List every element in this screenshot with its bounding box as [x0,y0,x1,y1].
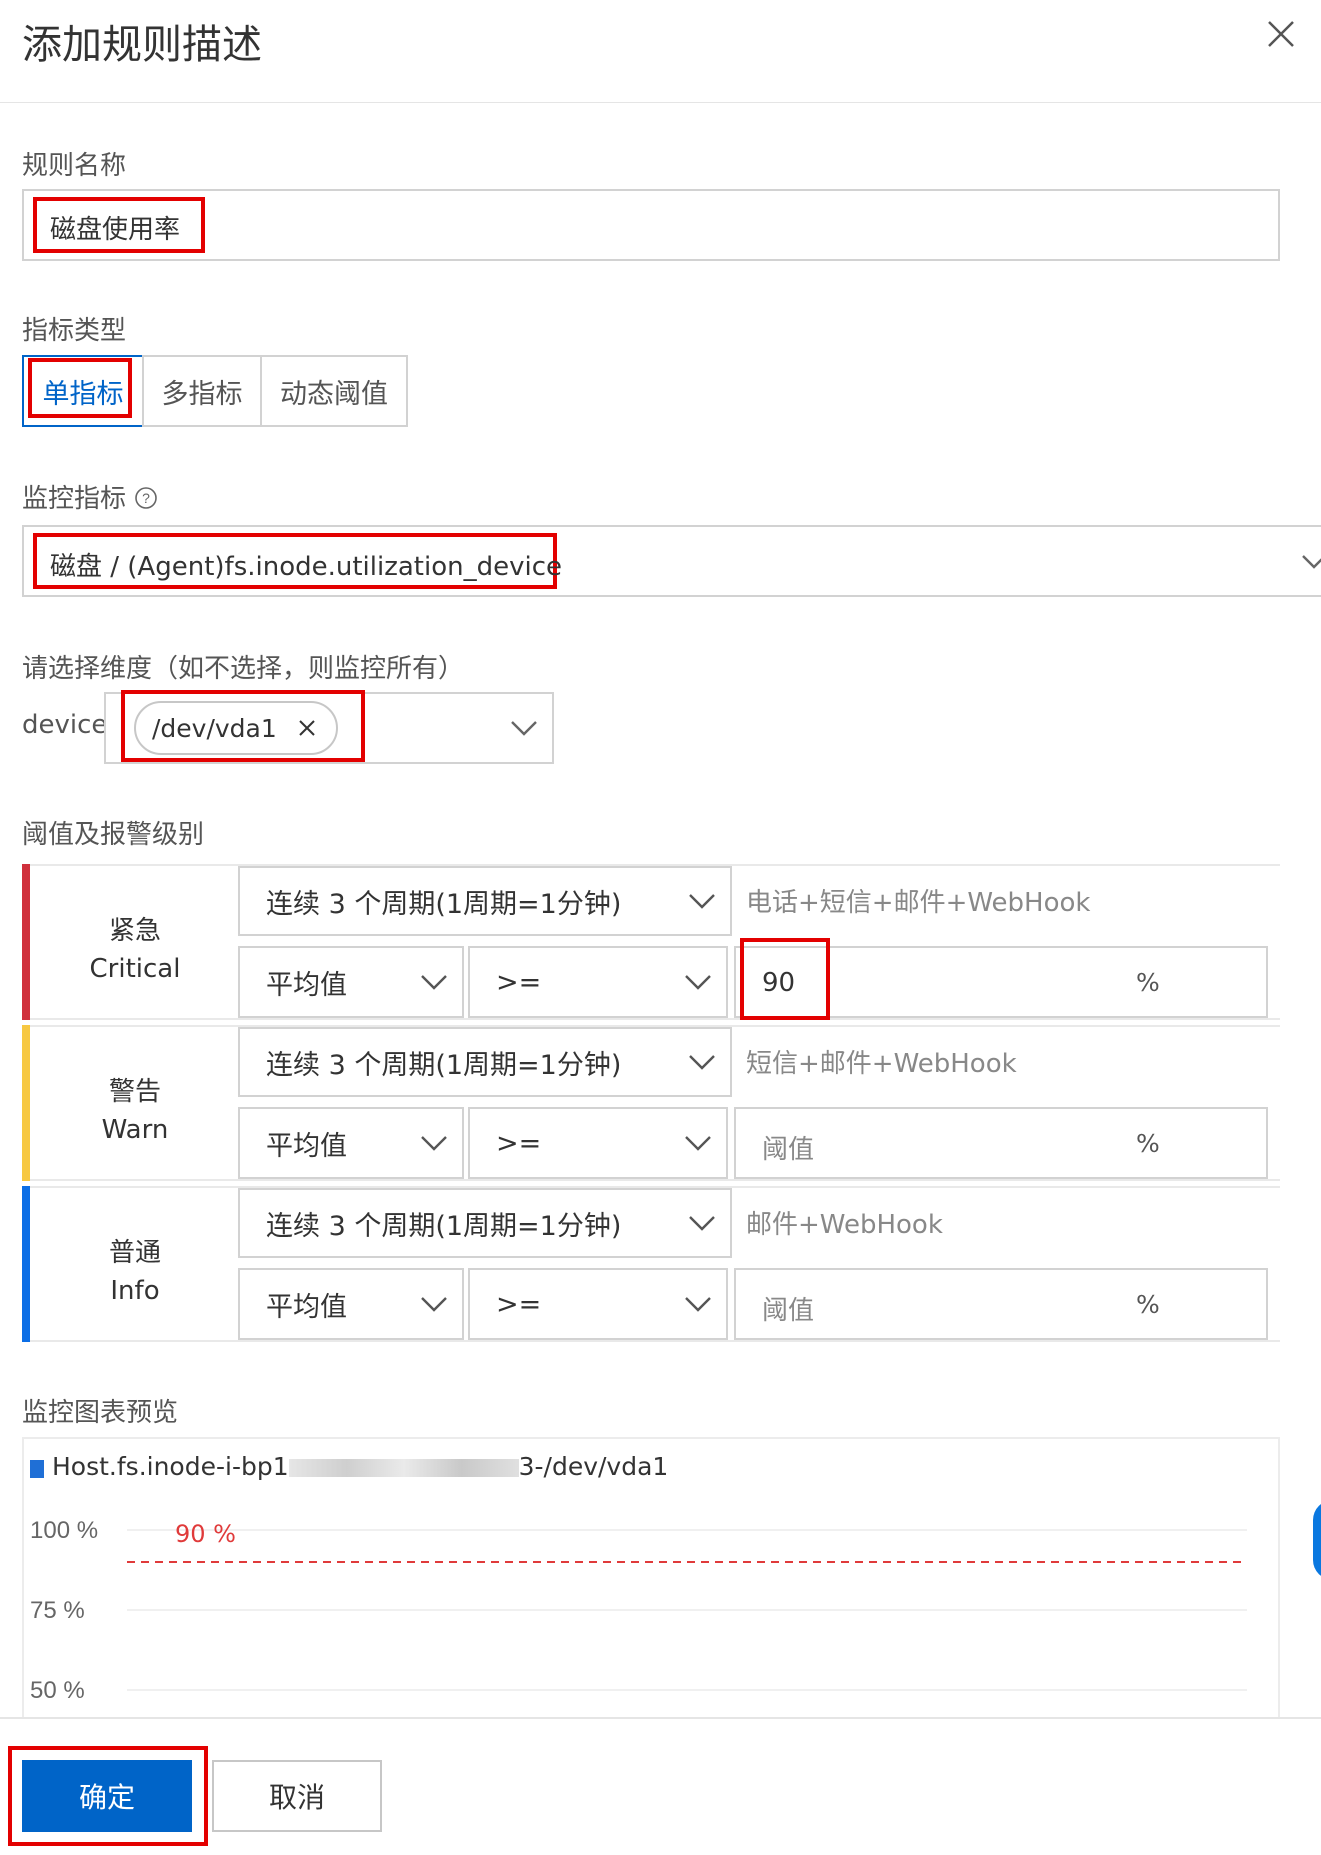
warn-value-placeholder: 阈值 [762,1135,815,1165]
info-unit: % [1136,1290,1160,1319]
rule-name-input[interactable] [22,189,1280,261]
warn-level-name: 警告 Warn [45,1073,225,1149]
warn-notify: 短信+邮件+WebHook [746,1049,1017,1079]
highlight-box [28,358,132,418]
warn-op-value: >= [496,1127,542,1159]
critical-name-cn: 紧急 [108,916,161,946]
chevron-down-icon [689,1055,715,1070]
info-period-value: 连续 3 个周期(1周期=1分钟) [266,1210,622,1242]
critical-level-name: 紧急 Critical [45,912,225,988]
info-stat-select[interactable]: 平均值 [238,1268,464,1340]
footer-divider [0,1717,1321,1719]
critical-period-value: 连续 3 个周期(1周期=1分钟) [266,888,622,920]
info-period-select[interactable]: 连续 3 个周期(1周期=1分钟) [238,1188,732,1258]
chart-preview-label: 监控图表预览 [22,1398,179,1428]
chevron-down-icon [511,721,537,736]
cancel-button[interactable]: 取消 [212,1760,382,1832]
warn-period-select[interactable]: 连续 3 个周期(1周期=1分钟) [238,1027,732,1097]
chevron-down-icon [421,1297,447,1312]
info-op-select[interactable]: >= [468,1268,728,1340]
info-level-name: 普通 Info [45,1234,225,1310]
metric-type-dynamic[interactable]: 动态阈值 [260,355,408,427]
critical-period-select[interactable]: 连续 3 个周期(1周期=1分钟) [238,866,732,936]
rule-name-value: 磁盘使用率 [50,215,181,245]
svg-text:?: ? [142,490,150,506]
redacted-text [288,1459,519,1477]
info-color-bar [22,1186,30,1342]
critical-notify: 电话+短信+邮件+WebHook [746,888,1091,918]
chevron-down-icon [421,1136,447,1151]
help-icon[interactable]: ? [134,486,158,510]
chevron-down-icon [1302,555,1321,569]
dimension-key: device: [22,710,117,740]
monitor-metric-label: 监控指标 ? [22,478,158,515]
y-tick-label: 50 % [30,1677,85,1704]
monitor-metric-label-text: 监控指标 [22,484,127,514]
legend-series-prefix: Host.fs.inode-i-bp1 [52,1452,289,1481]
metric-type-label: 指标类型 [22,316,127,346]
info-value-input[interactable] [734,1268,1268,1340]
chevron-down-icon [689,894,715,909]
close-icon[interactable] [1263,16,1299,52]
monitor-metric-value: 磁盘 / (Agent)fs.inode.utilization_device [50,552,563,582]
chevron-down-icon [685,1136,711,1151]
info-notify: 邮件+WebHook [746,1210,943,1240]
threshold-section-label: 阈值及报警级别 [22,820,205,850]
critical-stat-value: 平均值 [266,969,347,1001]
critical-op-value: >= [496,966,542,998]
warn-value-input[interactable] [734,1107,1268,1179]
info-name-en: Info [110,1276,160,1306]
warn-unit: % [1136,1129,1160,1158]
warn-color-bar [22,1025,30,1181]
critical-name-en: Critical [89,954,181,984]
header-divider [0,102,1321,103]
cancel-label: 取消 [268,1781,325,1814]
chevron-down-icon [421,975,447,990]
critical-unit: % [1136,968,1160,997]
info-value-placeholder: 阈值 [762,1296,815,1326]
dialog-title: 添加规则描述 [22,22,262,68]
warn-period-value: 连续 3 个周期(1周期=1分钟) [266,1049,622,1081]
metric-type-multi[interactable]: 多指标 [142,355,262,427]
floating-action-button[interactable] [1313,1500,1321,1580]
highlight-box [740,938,830,1020]
legend-series[interactable]: Host.fs.inode-i-bp1 3-/dev/vda1 [52,1452,668,1481]
chevron-down-icon [685,975,711,990]
dimension-label: 请选择维度（如不选择，则监控所有） [22,654,465,684]
threshold-label: 90 % [175,1520,236,1548]
y-tick-label: 100 % [30,1517,98,1544]
critical-color-bar [22,864,30,1020]
warn-name-en: Warn [101,1115,169,1145]
chevron-down-icon [685,1297,711,1312]
critical-op-select[interactable]: >= [468,946,728,1018]
info-stat-value: 平均值 [266,1291,347,1323]
warn-stat-value: 平均值 [266,1130,347,1162]
rule-name-label: 规则名称 [22,151,127,181]
critical-stat-select[interactable]: 平均值 [238,946,464,1018]
warn-name-cn: 警告 [108,1077,161,1107]
chevron-down-icon [689,1216,715,1231]
y-tick-label: 75 % [30,1597,85,1624]
metric-type-multi-label: 多指标 [161,378,243,410]
metric-type-dynamic-label: 动态阈值 [280,378,388,410]
legend-series-suffix: 3-/dev/vda1 [518,1452,669,1481]
warn-op-select[interactable]: >= [468,1107,728,1179]
info-name-cn: 普通 [108,1238,161,1268]
highlight-box [121,690,365,762]
highlight-box [8,1746,208,1846]
info-op-value: >= [496,1288,542,1320]
warn-stat-select[interactable]: 平均值 [238,1107,464,1179]
legend-swatch [30,1460,44,1478]
